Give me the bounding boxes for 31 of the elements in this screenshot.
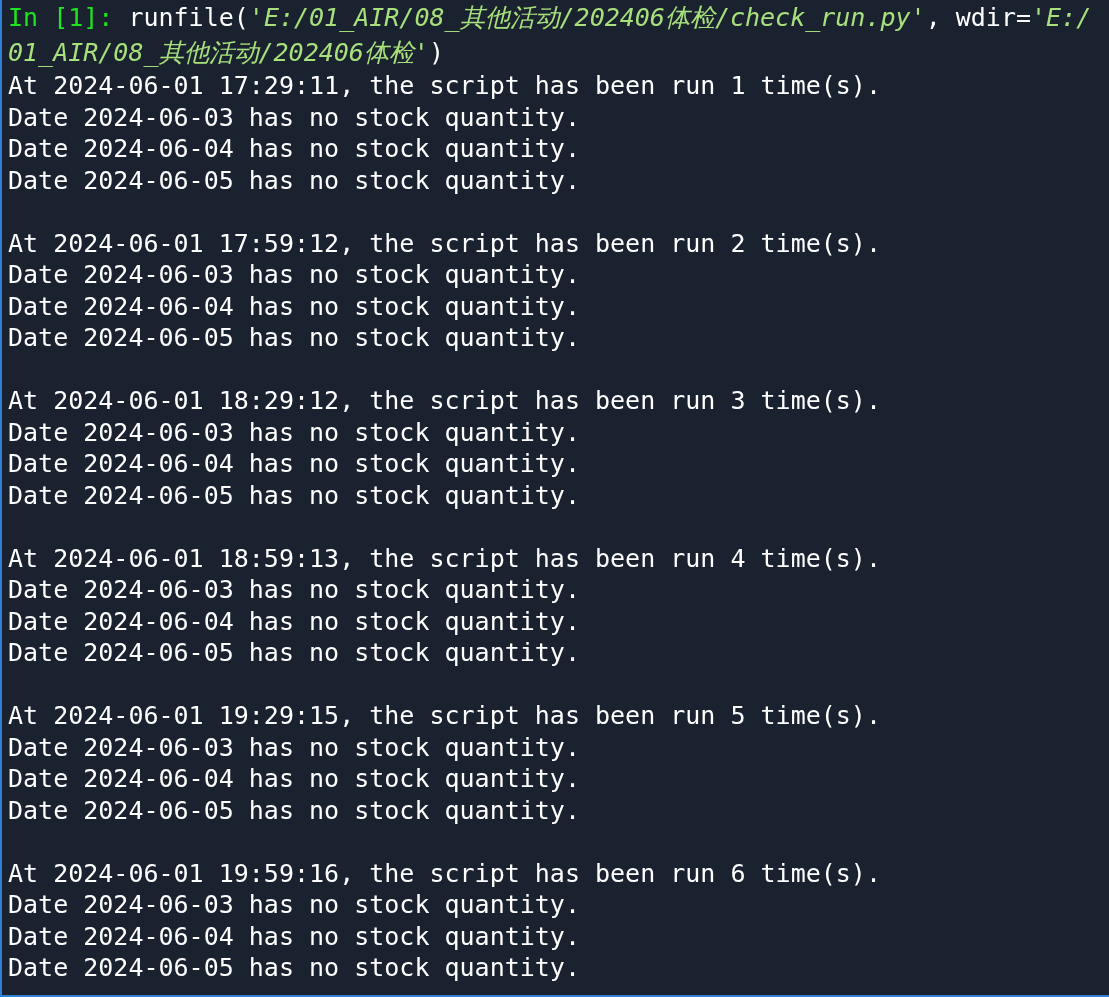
code-text: ) [428, 38, 444, 67]
output-line: Date 2024-06-04 has no stock quantity. [8, 764, 580, 793]
output-line: At 2024-06-01 18:29:12, the script has been run 3 time(s). [8, 386, 881, 415]
output-line: At 2024-06-01 17:29:11, the script has been run 1 time(s). [8, 71, 881, 100]
string-literal: 'E:/ [1031, 3, 1092, 32]
code-text: runfile( [127, 3, 249, 32]
output-line: Date 2024-06-04 has no stock quantity. [8, 606, 580, 636]
output-line: Date 2024-06-03 has no stock quantity. [8, 890, 580, 919]
output-line: Date 2024-06-05 has no stock quantity. [8, 638, 580, 667]
output-line: Date 2024-06-05 has no stock quantity. [8, 480, 580, 510]
output-line: At 2024-06-01 19:29:15, the script has been run 5 time(s). [8, 701, 881, 730]
output-line: Date 2024-06-03 has no stock quantity. [8, 575, 580, 604]
output-line: Date 2024-06-03 has no stock quantity. [8, 102, 580, 132]
output-line: Date 2024-06-04 has no stock quantity. [8, 291, 580, 321]
output-line: Date 2024-06-03 has no stock quantity. [8, 732, 580, 762]
output-line: At 2024-06-01 19:59:16, the script has been run 6 time(s). [8, 858, 881, 888]
output-line: At 2024-06-01 18:59:13, the script has been run 4 time(s). [8, 543, 881, 573]
output-line: Date 2024-06-04 has no stock quantity. [8, 921, 580, 951]
string-literal: 01_AIR/08_其他活动/202406体检' [8, 38, 429, 67]
output-line: Date 2024-06-03 has no stock quantity. [8, 417, 580, 447]
output-line: Date 2024-06-05 has no stock quantity. [8, 953, 580, 982]
output-line: Date 2024-06-04 has no stock quantity. [8, 134, 580, 163]
output-line: Date 2024-06-05 has no stock quantity. [8, 795, 580, 825]
output-line: Date 2024-06-03 has no stock quantity. [8, 260, 580, 289]
output-line: Date 2024-06-05 has no stock quantity. [8, 323, 580, 352]
code-text: , wdir= [925, 3, 1031, 32]
output-line: Date 2024-06-05 has no stock quantity. [8, 165, 580, 195]
output-line: At 2024-06-01 17:59:12, the script has been run 2 time(s). [8, 228, 881, 258]
prompt-label: In [1]: [8, 3, 114, 32]
output-line: Date 2024-06-04 has no stock quantity. [8, 449, 580, 478]
string-literal: 'E:/01_AIR/08_其他活动/202406体检/check_run.py' [248, 3, 926, 32]
